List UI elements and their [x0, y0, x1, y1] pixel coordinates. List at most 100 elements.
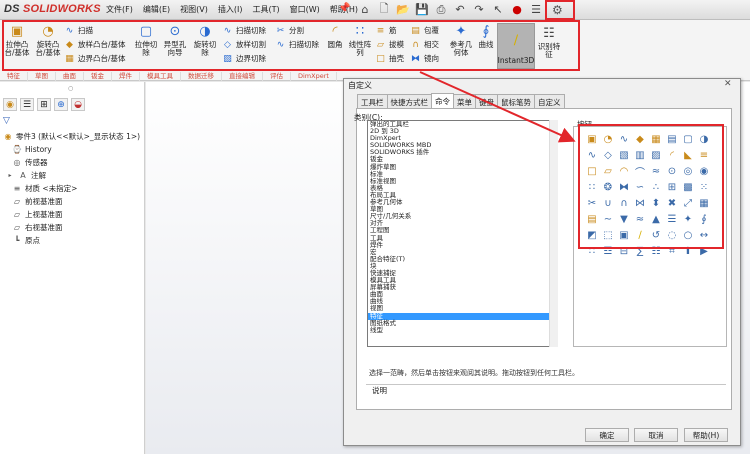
collapse-handle-icon[interactable]: ○: [68, 85, 73, 92]
list-item[interactable]: 线型: [368, 326, 557, 334]
list-item[interactable]: 视图: [368, 305, 557, 312]
pin-icon[interactable]: 📌: [338, 3, 350, 14]
filter-icon[interactable]: ▽: [3, 116, 10, 126]
tree-part-node[interactable]: ◉ 零件3 (默认<<默认>_显示状态 1>): [3, 130, 143, 143]
redo-icon[interactable]: ↷: [472, 2, 486, 17]
draft-button[interactable]: ▱ 拔模: [375, 39, 404, 50]
tab-surfaces[interactable]: 曲面: [56, 72, 84, 81]
tab-direct-editing[interactable]: 直接编辑: [222, 72, 263, 81]
list-item[interactable]: 焊件: [368, 241, 557, 249]
split-button[interactable]: ✂ 分割: [275, 25, 304, 36]
extrude-boss-button[interactable]: ▣ 拉伸凸台/基体: [4, 24, 30, 57]
list-item[interactable]: 标准: [368, 170, 557, 178]
swept-cut-button[interactable]: ∿ 扫描切除: [222, 25, 266, 36]
list-item[interactable]: 表格: [368, 184, 557, 192]
tree-material[interactable]: ≡ 材质 <未指定>: [12, 182, 143, 195]
close-icon[interactable]: ✕: [724, 79, 732, 89]
category-list[interactable]: 弹出的工具栏 2D 到 3D DimXpert SOLIDWORKS MBD S…: [367, 120, 558, 347]
list-item[interactable]: 工程图: [368, 227, 557, 234]
file-properties-icon[interactable]: ☰: [529, 2, 543, 17]
revolve-cut-button[interactable]: ◑ 旋转切除: [191, 24, 219, 57]
list-item[interactable]: 参考几何体: [368, 198, 557, 206]
instant3d-button[interactable]: ∕ Instant3D: [497, 23, 535, 69]
tab-evaluate[interactable]: 评估: [263, 72, 291, 81]
list-item[interactable]: 对齐: [368, 220, 557, 227]
list-item[interactable]: 曲线: [368, 298, 557, 305]
loft-boss-button[interactable]: ◆ 放样凸台/基体: [64, 39, 126, 50]
tab-mold-tools[interactable]: 模具工具: [140, 72, 181, 81]
home-icon[interactable]: ⌂: [358, 2, 372, 17]
boundary-boss-button[interactable]: ▦ 边界凸台/基体: [64, 53, 125, 64]
tree-sensors[interactable]: ◎ 传感器: [12, 156, 143, 169]
curves-button[interactable]: ∮ 曲线: [476, 24, 496, 49]
intersect-button[interactable]: ∩ 相交: [410, 39, 439, 50]
gear-icon[interactable]: ⚙: [552, 3, 563, 17]
tab-features[interactable]: 特征: [0, 72, 28, 81]
reference-geometry-button[interactable]: ✦ 参考几何体: [449, 24, 473, 57]
list-item[interactable]: SOLIDWORKS 插件: [368, 149, 557, 156]
tab-sheet-metal[interactable]: 钣金: [84, 72, 112, 81]
list-item[interactable]: 块: [368, 262, 557, 270]
boundary-cut-button[interactable]: ▧ 边界切除: [222, 53, 266, 64]
hole-wizard-button[interactable]: ⊙ 异型孔向导: [161, 24, 189, 57]
linear-pattern-button[interactable]: ∷ 线性阵列: [348, 24, 372, 57]
mirror-button[interactable]: ⧓ 镜向: [410, 53, 439, 64]
list-item[interactable]: 曲面: [368, 291, 557, 298]
recognize-features-button[interactable]: ☷ 识别特征: [536, 26, 562, 59]
fillet-button[interactable]: ◜ 圆角: [325, 24, 345, 49]
menu-insert[interactable]: 插入(I): [218, 4, 243, 15]
undo-icon[interactable]: ↶: [453, 2, 467, 17]
rib-button[interactable]: ≡ 筋: [375, 25, 397, 36]
dimxpert-manager-tab-icon[interactable]: ⊕: [54, 98, 68, 111]
feature-manager-tab-icon[interactable]: ◉: [3, 98, 17, 111]
menu-window[interactable]: 窗口(W): [290, 4, 320, 15]
open-folder-icon[interactable]: 📂: [396, 2, 410, 17]
swept-cut2-button[interactable]: ∿ 扫描切除: [275, 39, 319, 50]
tab-data-migration[interactable]: 数据迁移: [181, 72, 222, 81]
list-item[interactable]: 图纸格式: [368, 319, 557, 327]
tree-history[interactable]: ⌚ History: [12, 143, 143, 156]
ok-button[interactable]: 确定: [585, 428, 629, 442]
expand-arrow-icon[interactable]: ▸: [5, 171, 15, 181]
shell-button[interactable]: □ 抽壳: [375, 53, 404, 64]
cancel-button[interactable]: 取消: [634, 428, 678, 442]
tab-weldments[interactable]: 焊件: [112, 72, 140, 81]
menu-edit[interactable]: 编辑(E): [143, 4, 170, 15]
list-item-selected[interactable]: 特征: [368, 312, 557, 320]
select-icon[interactable]: ↖: [491, 2, 505, 17]
list-item[interactable]: 爆炸草图: [368, 163, 557, 171]
property-manager-tab-icon[interactable]: ☰: [20, 98, 34, 111]
list-item[interactable]: 标准视图: [368, 177, 557, 185]
print-icon[interactable]: ⎙: [434, 2, 448, 17]
display-manager-tab-icon[interactable]: ◒: [71, 98, 85, 111]
list-item[interactable]: 配合特征(T): [368, 255, 557, 263]
wrap-button[interactable]: ▤ 包覆: [410, 25, 439, 36]
tree-right-plane[interactable]: ▱ 右视基准面: [12, 221, 143, 234]
tree-front-plane[interactable]: ▱ 前视基准面: [12, 195, 143, 208]
tree-annotations[interactable]: ▸ A 注解: [5, 169, 143, 182]
tree-origin[interactable]: ┗ 原点: [12, 234, 143, 247]
list-item[interactable]: 钣金: [368, 156, 557, 163]
lofted-cut-button[interactable]: ◇ 放样切割: [222, 39, 266, 50]
new-document-icon[interactable]: 🗋: [377, 2, 391, 17]
help-button[interactable]: 帮助(H): [684, 428, 728, 442]
menu-file[interactable]: 文件(F): [106, 4, 133, 15]
list-item[interactable]: 快速捕捉: [368, 269, 557, 277]
rebuild-icon[interactable]: ●: [510, 2, 524, 17]
menu-view[interactable]: 视图(V): [180, 4, 208, 15]
tab-dimxpert[interactable]: DimXpert: [291, 72, 337, 81]
list-item[interactable]: 屏幕捕获: [368, 284, 557, 291]
tab-sketch[interactable]: 草图: [28, 72, 56, 81]
list-item[interactable]: 模具工具: [368, 276, 557, 284]
list-item[interactable]: 工具: [368, 234, 557, 242]
revolve-boss-button[interactable]: ◔ 旋转凸台/基体: [35, 24, 61, 57]
sweep-button[interactable]: ∿ 扫描: [64, 25, 93, 36]
configuration-manager-tab-icon[interactable]: ⊞: [37, 98, 51, 111]
tree-top-plane[interactable]: ▱ 上视基准面: [12, 208, 143, 221]
category-scrollbar[interactable]: [549, 120, 558, 347]
extrude-cut-button[interactable]: ▢ 拉伸切除: [132, 24, 160, 57]
material-icon: ≡: [13, 184, 21, 193]
save-icon[interactable]: 💾: [415, 2, 429, 17]
list-item[interactable]: 尺寸/几何关系: [368, 213, 557, 220]
menu-tools[interactable]: 工具(T): [252, 4, 279, 15]
